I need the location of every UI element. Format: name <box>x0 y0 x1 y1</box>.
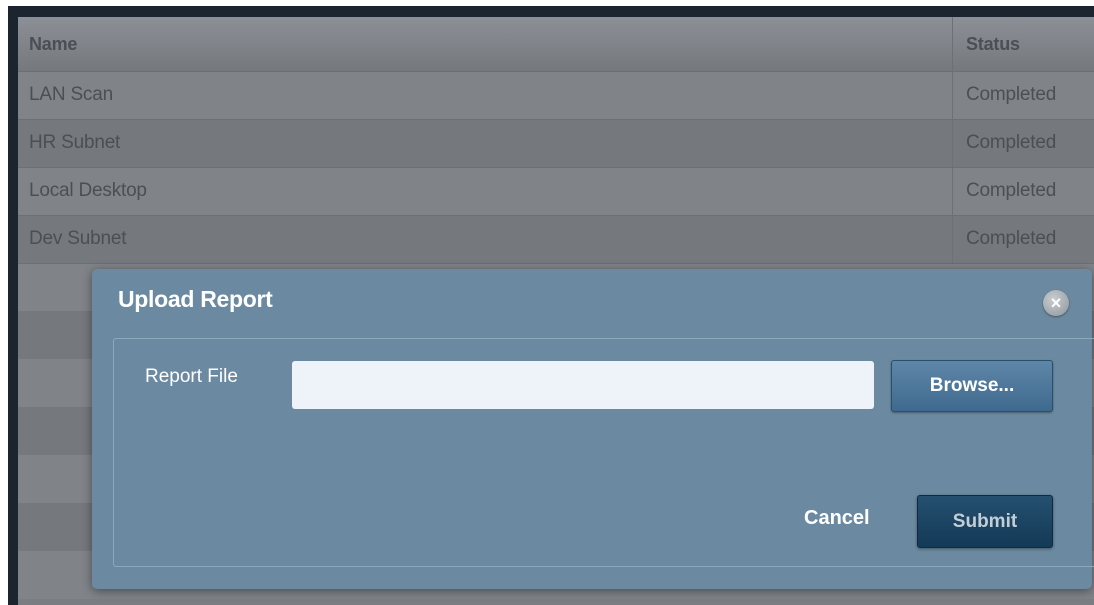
row-name: Dev Subnet <box>29 228 127 249</box>
row-status: Completed <box>952 167 1094 215</box>
row-status: Completed <box>952 71 1094 119</box>
row-status: Completed <box>952 215 1094 263</box>
table-row[interactable]: HR Subnet Completed <box>18 119 1094 167</box>
row-divider <box>18 71 1094 72</box>
app-frame: Name Status LAN Scan Completed HR Subnet… <box>0 0 1094 605</box>
column-header-name[interactable]: Name <box>29 17 77 71</box>
cancel-button[interactable]: Cancel <box>804 507 870 530</box>
table-row[interactable]: Local Desktop Completed <box>18 167 1094 215</box>
row-name: Local Desktop <box>29 180 147 201</box>
row-divider <box>18 263 1094 264</box>
report-file-input[interactable] <box>292 361 874 409</box>
table-row[interactable]: LAN Scan Completed <box>18 71 1094 119</box>
row-status: Completed <box>952 119 1094 167</box>
row-name: HR Subnet <box>29 132 121 153</box>
dialog-body: Report File Browse... Cancel Submit <box>113 338 1094 567</box>
table-header-row: Name Status <box>18 17 1094 71</box>
upload-report-dialog: Upload Report × Report File Browse... Ca… <box>92 269 1094 589</box>
dialog-title: Upload Report <box>118 286 273 312</box>
column-header-status[interactable]: Status <box>952 17 1094 71</box>
close-icon[interactable]: × <box>1043 290 1069 316</box>
row-divider <box>18 215 1094 216</box>
browse-button[interactable]: Browse... <box>891 360 1053 412</box>
table-row[interactable]: Dev Subnet Completed <box>18 215 1094 263</box>
dialog-form: Report File Browse... Cancel Submit <box>114 339 1094 568</box>
report-file-label: Report File <box>145 366 238 387</box>
row-name: LAN Scan <box>29 84 113 105</box>
submit-button[interactable]: Submit <box>917 495 1053 548</box>
row-divider <box>18 167 1094 168</box>
row-divider <box>18 119 1094 120</box>
